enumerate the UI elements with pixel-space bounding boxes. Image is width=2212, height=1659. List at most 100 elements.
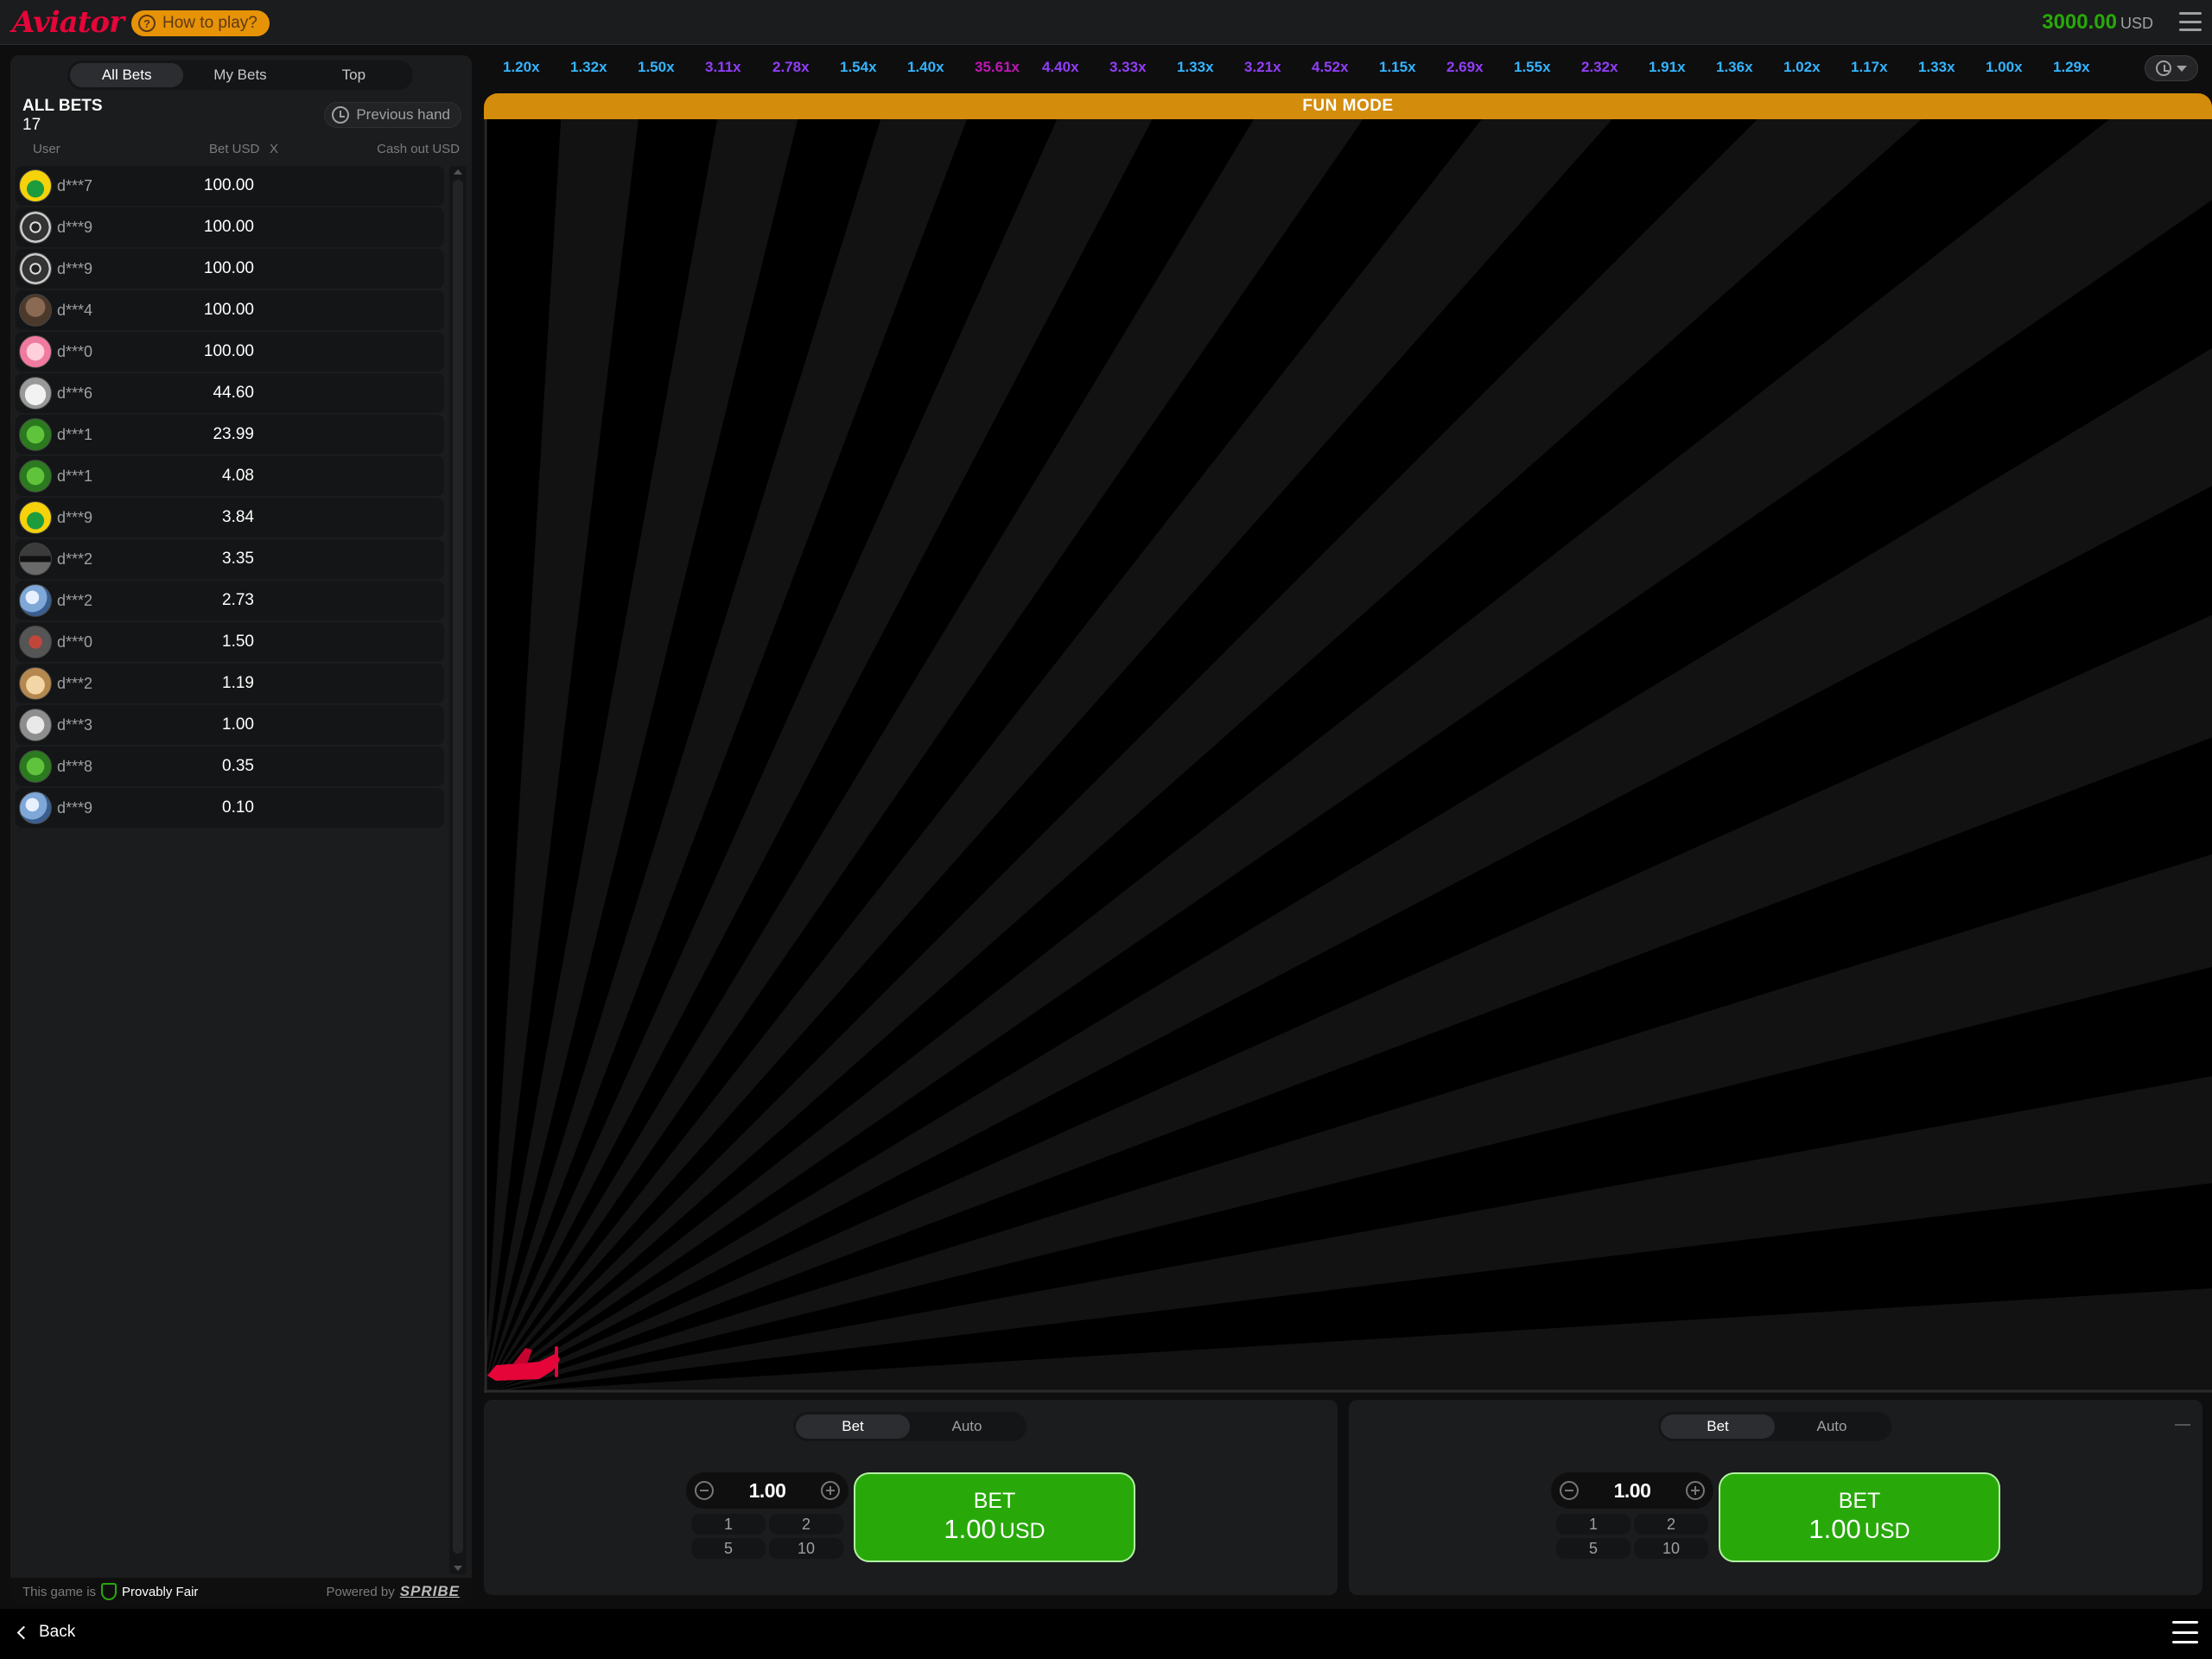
bet-username: d***9 xyxy=(57,508,93,526)
avatar xyxy=(19,294,52,327)
increase-icon[interactable] xyxy=(820,1481,840,1500)
bet-panel-2-tabs: Bet Auto xyxy=(1658,1412,1891,1441)
multiplier-chip: 3.11x xyxy=(705,59,741,75)
bets-column-headers: User Bet USD X Cash out USD xyxy=(22,142,472,159)
quick-amount-5[interactable]: 5 xyxy=(1556,1538,1630,1559)
bet-button-label: BET xyxy=(1838,1489,1881,1513)
bet-amount-stepper: 1.00 xyxy=(1551,1472,1713,1509)
tab-top[interactable]: Top xyxy=(297,63,410,87)
decrease-icon[interactable] xyxy=(1560,1481,1579,1500)
multiplier-chip: 2.69x xyxy=(1446,59,1484,75)
avatar xyxy=(19,501,52,534)
avatar xyxy=(19,626,52,658)
tab-auto[interactable]: Auto xyxy=(910,1414,1024,1439)
bet-amount: 2.73 xyxy=(222,591,254,609)
bet-username: d***9 xyxy=(57,259,93,277)
bet-amount: 100.00 xyxy=(203,301,254,319)
bet-button-amount: 1.00 USD xyxy=(944,1514,1046,1544)
bet-username: d***6 xyxy=(57,384,93,402)
bet-username: d***2 xyxy=(57,550,93,568)
remove-panel-icon[interactable] xyxy=(2175,1424,2190,1426)
quick-amount-2[interactable]: 2 xyxy=(1634,1514,1708,1535)
how-to-play-button[interactable]: ? How to play? xyxy=(131,10,270,36)
quick-amount-10[interactable]: 10 xyxy=(1634,1538,1708,1559)
bet-button-amount: 1.00 USD xyxy=(1808,1514,1910,1544)
quick-amount-1[interactable]: 1 xyxy=(1556,1514,1630,1535)
previous-hand-label: Previous hand xyxy=(356,106,450,123)
quick-amounts: 1 2 5 10 xyxy=(1556,1514,1708,1559)
multiplier-chip: 1.33x xyxy=(1918,59,1955,75)
bet-username: d***2 xyxy=(57,591,93,609)
aviator-logo[interactable]: Aviator xyxy=(12,5,124,40)
top-bar: Aviator ? How to play? 3000.00 USD xyxy=(0,0,2212,45)
bet-row: d***0 1.50 xyxy=(16,622,444,662)
bet-amount: 0.35 xyxy=(222,757,254,775)
tab-my-bets[interactable]: My Bets xyxy=(183,63,296,87)
multiplier-chip: 1.00x xyxy=(1986,59,2023,75)
col-bet: Bet USD xyxy=(209,142,260,156)
question-icon: ? xyxy=(138,15,156,32)
panel-footer: This game is Provably Fair Powered by SP… xyxy=(10,1578,472,1605)
menu-icon[interactable] xyxy=(2179,12,2202,31)
bet-button[interactable]: BET 1.00 USD xyxy=(1719,1472,2000,1562)
powered-by-label: Powered by xyxy=(326,1584,395,1599)
bets-scrollbar[interactable] xyxy=(449,166,467,1574)
quick-amount-5[interactable]: 5 xyxy=(691,1538,766,1559)
multiplier-chip: 2.78x xyxy=(772,59,810,75)
bets-panel: All Bets My Bets Top ALL BETS 17 Previou… xyxy=(10,55,472,1605)
bet-button-label: BET xyxy=(973,1489,1016,1513)
quick-amount-1[interactable]: 1 xyxy=(691,1514,766,1535)
bet-amount: 1.50 xyxy=(222,632,254,651)
balance-currency: USD xyxy=(2120,15,2153,32)
multiplier-chip: 1.54x xyxy=(840,59,877,75)
how-to-play-label: How to play? xyxy=(162,14,257,32)
bet-username: d***7 xyxy=(57,176,93,194)
increase-icon[interactable] xyxy=(1685,1481,1705,1500)
col-x: X xyxy=(270,142,279,156)
game-canvas: FUN MODE xyxy=(484,93,2212,1393)
bet-amount: 100.00 xyxy=(203,259,254,277)
hamburger-menu-icon[interactable] xyxy=(2172,1621,2198,1643)
bet-amount: 100.00 xyxy=(203,218,254,236)
chevron-left-icon xyxy=(16,1625,31,1639)
bet-amount-input[interactable]: 1.00 xyxy=(1614,1479,1651,1503)
tab-bet[interactable]: Bet xyxy=(796,1414,910,1439)
bet-row: d***2 1.19 xyxy=(16,664,444,703)
avatar xyxy=(19,750,52,783)
bet-amount: 1.00 xyxy=(222,715,254,734)
quick-amount-10[interactable]: 10 xyxy=(769,1538,843,1559)
previous-hand-button[interactable]: Previous hand xyxy=(324,102,461,128)
balance-amount: 3000.00 xyxy=(2042,10,2117,34)
bet-username: d***0 xyxy=(57,342,93,360)
sunburst-ray xyxy=(484,119,968,1393)
bet-row: d***9 100.00 xyxy=(16,249,444,289)
bet-username: d***9 xyxy=(57,798,93,817)
tab-auto[interactable]: Auto xyxy=(1775,1414,1889,1439)
history-dropdown-button[interactable] xyxy=(2145,55,2198,81)
back-button[interactable]: Back xyxy=(16,1623,75,1642)
avatar xyxy=(19,252,52,285)
spribe-logo[interactable]: SPRIBE xyxy=(400,1583,460,1600)
tab-bet[interactable]: Bet xyxy=(1661,1414,1775,1439)
bet-amount: 0.10 xyxy=(222,798,254,817)
all-bets-title: ALL BETS xyxy=(22,97,103,115)
sunburst-background xyxy=(484,119,2212,1393)
tab-all-bets[interactable]: All Bets xyxy=(70,63,184,87)
multiplier-chip: 1.36x xyxy=(1716,59,1753,75)
bet-row: d***6 44.60 xyxy=(16,373,444,413)
multiplier-chip: 35.61x xyxy=(975,59,1020,75)
balance: 3000.00 USD xyxy=(2042,10,2153,35)
bet-username: d***8 xyxy=(57,757,93,775)
col-cashout: Cash out USD xyxy=(377,142,460,156)
provably-fair-link[interactable]: Provably Fair xyxy=(101,1583,198,1600)
quick-amount-2[interactable]: 2 xyxy=(769,1514,843,1535)
bet-row: d***1 4.08 xyxy=(16,456,444,496)
bet-row: d***2 2.73 xyxy=(16,581,444,620)
bet-button[interactable]: BET 1.00 USD xyxy=(854,1472,1135,1562)
multiplier-chip: 1.50x xyxy=(638,59,675,75)
bet-amount-input[interactable]: 1.00 xyxy=(749,1479,786,1503)
avatar xyxy=(19,543,52,575)
decrease-icon[interactable] xyxy=(695,1481,714,1500)
multiplier-chip: 1.40x xyxy=(907,59,944,75)
multiplier-chip: 2.32x xyxy=(1581,59,1618,75)
